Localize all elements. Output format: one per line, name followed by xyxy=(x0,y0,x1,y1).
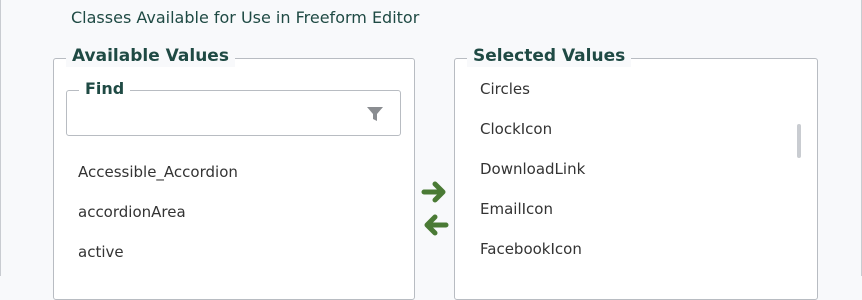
list-item-label: ClockIcon xyxy=(480,120,553,138)
list-item-label: Circles xyxy=(480,80,530,98)
list-item-label: accordionArea xyxy=(78,203,186,221)
arrow-right-icon xyxy=(421,180,449,208)
find-box: Find xyxy=(66,79,401,136)
list-item[interactable]: Circles xyxy=(455,78,817,118)
find-input[interactable] xyxy=(75,103,359,127)
section-title: Classes Available for Use in Freeform Ed… xyxy=(71,8,420,27)
list-item[interactable]: accordionArea xyxy=(54,201,414,241)
list-item-label: FacebookIcon xyxy=(480,240,582,258)
available-values-list: Accessible_Accordion accordionArea activ… xyxy=(54,161,414,281)
move-left-button[interactable] xyxy=(421,213,449,241)
arrow-left-icon xyxy=(421,213,449,241)
selected-values-group: Selected Values Circles ClockIcon Downlo… xyxy=(454,45,818,300)
list-item-label: EmailIcon xyxy=(480,200,553,218)
list-item[interactable]: EmailIcon xyxy=(455,198,817,238)
move-right-button[interactable] xyxy=(421,180,449,208)
list-item[interactable]: active xyxy=(54,241,414,281)
available-values-group: Available Values Find Accessible_Accordi… xyxy=(53,45,415,300)
list-item-label: DownloadLink xyxy=(480,160,586,178)
available-values-legend: Available Values xyxy=(66,45,235,67)
selected-values-legend: Selected Values xyxy=(467,45,632,67)
list-item[interactable]: DownloadLink xyxy=(455,158,817,198)
selected-values-list: Circles ClockIcon DownloadLink EmailIcon… xyxy=(455,78,817,278)
list-item-label: active xyxy=(78,243,124,261)
list-item[interactable]: FacebookIcon xyxy=(455,238,817,278)
find-legend: Find xyxy=(79,79,131,99)
scrollbar-thumb[interactable] xyxy=(797,124,801,158)
list-item-label: Accessible_Accordion xyxy=(78,163,238,181)
list-item[interactable]: ClockIcon xyxy=(455,118,817,158)
filter-icon[interactable] xyxy=(366,105,384,123)
list-item[interactable]: Accessible_Accordion xyxy=(54,161,414,201)
